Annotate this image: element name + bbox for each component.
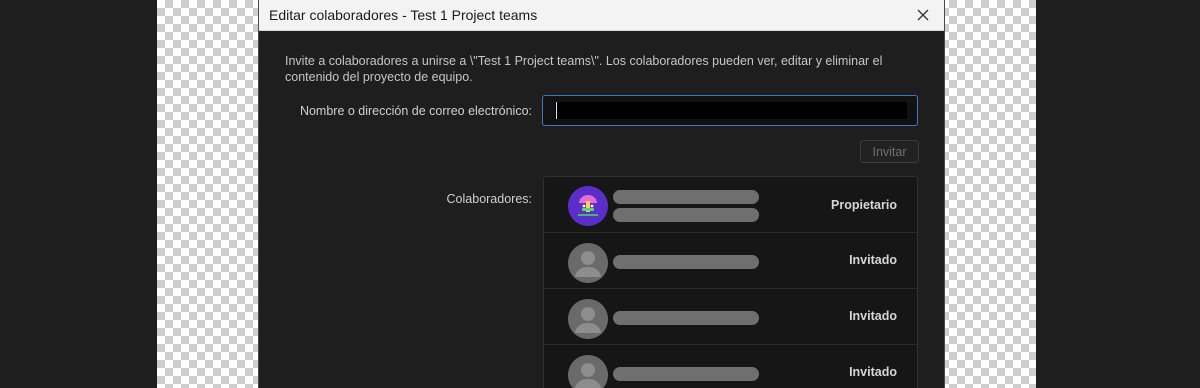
name-email-label: Nombre o dirección de correo electrónico… — [299, 104, 532, 118]
default-user-avatar-icon — [568, 355, 608, 388]
collaborator-role: Invitado — [849, 309, 897, 323]
edit-collaborators-dialog: Editar colaboradores - Test 1 Project te… — [259, 0, 944, 388]
collaborator-row[interactable]: Invitado — [544, 233, 917, 289]
redacted-name — [613, 190, 759, 204]
collaborator-role: Invitado — [849, 253, 897, 267]
redacted-name — [613, 311, 759, 325]
collaborators-label: Colaboradores: — [446, 192, 532, 206]
close-button[interactable] — [910, 3, 936, 27]
redacted-name — [613, 255, 759, 269]
redacted-email — [613, 208, 759, 222]
collaborators-list[interactable]: Propietario Invitado Invitado Invitado — [543, 176, 918, 388]
dialog-title: Editar colaboradores - Test 1 Project te… — [269, 7, 538, 23]
dialog-content: Invite a colaboradores a unirse a \"Test… — [259, 31, 944, 85]
collaborator-row-owner[interactable]: Propietario — [544, 177, 917, 233]
collaborator-row[interactable]: Invitado — [544, 289, 917, 345]
user-avatar-icon — [568, 186, 608, 226]
dialog-titlebar: Editar colaboradores - Test 1 Project te… — [259, 0, 944, 31]
dialog-description: Invite a colaboradores a unirse a \"Test… — [285, 54, 883, 84]
text-caret — [556, 102, 557, 119]
default-user-avatar-icon — [568, 243, 608, 283]
collaborator-row[interactable]: Invitado — [544, 345, 917, 388]
collaborator-role: Propietario — [831, 198, 897, 212]
invite-button[interactable]: Invitar — [860, 140, 919, 163]
close-icon — [917, 9, 929, 21]
collaborator-role: Invitado — [849, 365, 897, 379]
name-row: Nombre o dirección de correo electrónico… — [259, 95, 944, 127]
redacted-name — [613, 367, 759, 381]
name-email-input[interactable] — [542, 95, 918, 126]
redacted-input-text — [555, 102, 907, 119]
default-user-avatar-icon — [568, 299, 608, 339]
